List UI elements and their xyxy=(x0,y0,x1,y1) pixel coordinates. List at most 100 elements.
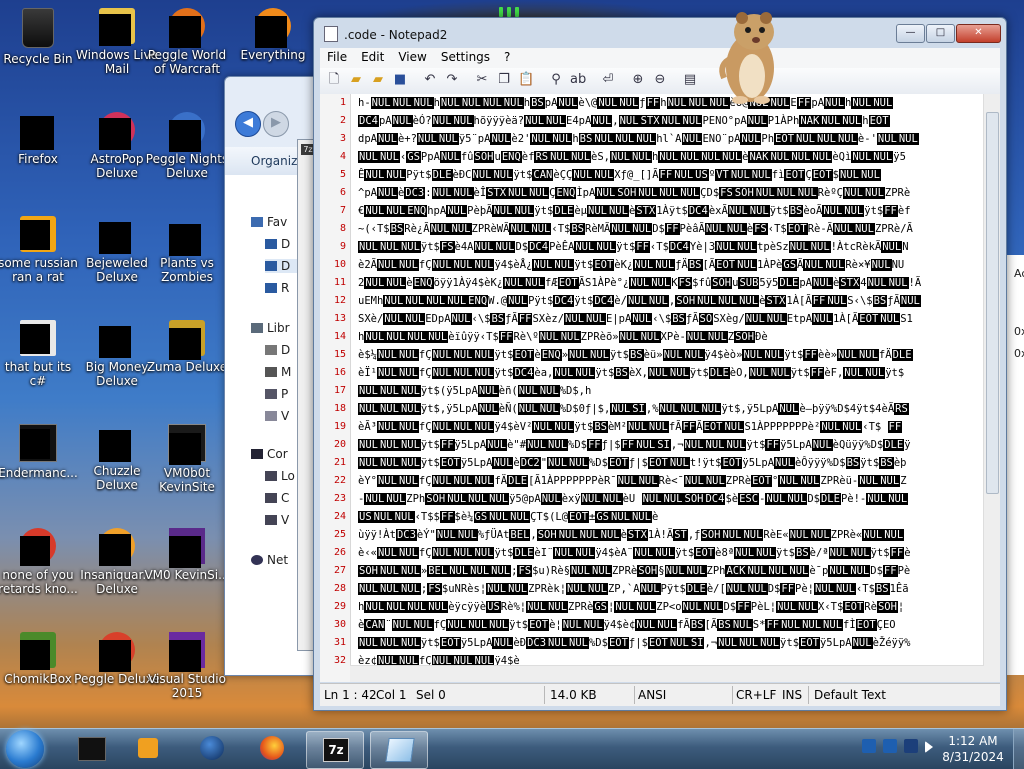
desktop-icon-chomikbox[interactable]: ChomikBox xyxy=(0,632,81,686)
code-line[interactable]: èCAN¨NUL NULfÇNUL NUL NULÿt$EOTè¦NUL NULÿ4$è… xyxy=(358,616,984,634)
volume-icon[interactable] xyxy=(925,741,933,753)
open-folder-icon[interactable]: ▰ xyxy=(348,72,364,88)
maximize-button[interactable]: □ xyxy=(926,24,955,43)
code-line[interactable]: €NUL NUL ENQhpANULPèþÃNUL NULÿt$DLEèµNUL NUL… xyxy=(358,202,984,220)
code-line[interactable]: NUL NUL NUL;FS$uNRès¦NUL NULZPRèk¦NUL NULZP,… xyxy=(358,580,984,598)
taskbar-app-7zip[interactable]: 7z xyxy=(306,731,364,769)
paste-icon[interactable]: 📋 xyxy=(518,72,534,88)
desktop-icon-russian-rat[interactable]: some russian ran a rat xyxy=(0,216,81,284)
taskbar-app-notepad2[interactable] xyxy=(370,731,428,769)
code-line[interactable]: NUL NUL NULÿt$EOTÿ5LpANULèDC2"NUL NUL%D$EOT… xyxy=(358,454,984,472)
desktop-icon-endermanc[interactable]: Endermanc... xyxy=(0,424,81,480)
tree-item[interactable]: M xyxy=(265,365,291,379)
desktop-icon-zuma[interactable]: Zuma Deluxe xyxy=(144,320,230,374)
code-line[interactable]: NUL NUL NULÿt$FSè4ANUL NULD$DC4PèÊANUL NULÿt… xyxy=(358,238,984,256)
redo-icon[interactable]: ↷ xyxy=(444,72,460,88)
tree-item[interactable]: V xyxy=(265,513,289,527)
new-file-icon[interactable]: 🗋 xyxy=(326,72,342,88)
back-button[interactable]: ◀ xyxy=(235,111,261,137)
code-line[interactable]: hNUL NUL NUL NULèïûÿÿ‹T$FFRè\ºNUL NULZPRèõ»N… xyxy=(358,328,984,346)
desktop-icon-that-but-its-csharp[interactable]: that but its c# xyxy=(0,320,81,388)
code-line[interactable]: NUL NUL NULÿt$FFÿ5LpANULè"#NUL NUL%D$FFƒ|$F… xyxy=(358,436,984,454)
desktop-icon-vm0-kevinsite[interactable]: VM0 KevinSi... xyxy=(144,528,230,582)
code-line[interactable]: NUL NUL NULÿt$,ÿ5LpANULèÑ(NUL NUL%D$0ƒ|$,NU… xyxy=(358,400,984,418)
find-icon[interactable]: ⚲ xyxy=(548,72,564,88)
word-wrap-icon[interactable]: ⏎ xyxy=(600,72,616,88)
code-line[interactable]: dpANULè+?NUL NULÿ5¨pANULè2'NUL NULhBS NUL NU… xyxy=(358,130,984,148)
close-button[interactable]: ✕ xyxy=(956,24,1001,43)
scheme-icon[interactable]: ▤ xyxy=(682,72,698,88)
tree-item[interactable]: C xyxy=(265,491,289,505)
show-desktop-button[interactable] xyxy=(1013,729,1024,769)
desktop-icon-vm0b0t[interactable]: VM0b0t KevinSite xyxy=(144,424,230,494)
code-line[interactable]: ~(‹T$BSRè¿ÃNUL NULZPRèWÃNUL NUL‹T$BSRèMÃNU… xyxy=(358,220,984,238)
horizontal-scrollbar[interactable] xyxy=(350,665,984,682)
code-line[interactable]: ÊNUL NULPÿt$DLEèÐCNUL NULÿt$CANèÇÇNUL NULXƒ… xyxy=(358,166,984,184)
code-line[interactable]: èY°NUL NULfÇNUL NUL NULfÄDLE[Ã1ÀPPPPPPPèR¯N… xyxy=(358,472,984,490)
tree-item-computer[interactable]: Cor xyxy=(251,447,288,461)
tree-item-libraries[interactable]: Libr xyxy=(251,321,290,335)
replace-icon[interactable]: ab xyxy=(570,72,586,88)
taskbar-app-firefox[interactable] xyxy=(244,731,300,767)
code-line[interactable]: ^pANULèDC3:NUL NULèÎSTX NUL NULÇENQÌpANUL SO… xyxy=(358,184,984,202)
tree-item[interactable]: Lo xyxy=(265,469,295,483)
desktop-icon-peggle-wow[interactable]: Peggle World of Warcraft xyxy=(144,8,230,76)
editor-area[interactable]: 1 2 3 4 5 6 7 8 9 10 11 12 13 14 15 16 17 18 19 20 21 22 23 24 2… xyxy=(320,94,1000,682)
taskbar-app-monitor[interactable] xyxy=(62,731,118,767)
desktop-icon-plants-vs-zombies[interactable]: Plants vs Zombies xyxy=(144,216,230,284)
tree-item-favorites[interactable]: Fav xyxy=(251,215,287,229)
clock[interactable]: 1:12 AM 8/31/2024 xyxy=(938,733,1008,765)
code-line[interactable]: SXè/NUL NULEDpANUL‹\$BSƒÃFFSXèz/NUL NULE|p… xyxy=(358,310,984,328)
organize-button[interactable]: Organiz xyxy=(251,154,297,168)
code-line[interactable]: US NUL NUL‹T$$FF$è¼GS NUL NULÇT$(L@EOT±GS NUL… xyxy=(358,508,984,526)
menu-help[interactable]: ? xyxy=(497,48,517,66)
menu-file[interactable]: File xyxy=(320,48,354,66)
code-line[interactable]: èÃ³NUL NULfÇNUL NUL NULÿ4$èV²NUL NULÿt$BSèM²… xyxy=(358,418,984,436)
status-encoding[interactable]: ANSI xyxy=(638,688,666,702)
code-line[interactable]: è2ÃNUL NULfÇNUL NUL NULÿ4$èÅ¿NUL NULÿt$EOTèK… xyxy=(358,256,984,274)
taskbar-app-media-player[interactable] xyxy=(120,731,176,767)
code-line[interactable]: NUL NUL NULÿt$(ÿ5LpANULèñ(NUL NUL%D$,h xyxy=(358,382,984,400)
menu-view[interactable]: View xyxy=(391,48,433,66)
vertical-scrollbar[interactable] xyxy=(983,94,1000,666)
background-window-right[interactable]: Ac 0x 0x xyxy=(1005,255,1024,675)
desktop-icon-none-of-you[interactable]: none of you retards kno... xyxy=(0,528,81,596)
scroll-thumb[interactable] xyxy=(986,112,999,494)
taskbar-app-globe[interactable] xyxy=(184,731,240,767)
tree-item[interactable]: D xyxy=(265,343,290,357)
code-line[interactable]: h-NUL NUL NULhNUL NUL NUL NULhBSpANULè\@NUL NU… xyxy=(358,94,984,112)
undo-icon[interactable]: ↶ xyxy=(422,72,438,88)
code-line[interactable]: NUL NUL‹GSPpANULfûSOHuENQèfRS NUL NULèS,NUL… xyxy=(358,148,984,166)
desktop-icon-recycle-bin[interactable]: Recycle Bin xyxy=(0,8,81,66)
tree-item[interactable]: V xyxy=(265,409,289,423)
code-line[interactable]: SOH NUL NUL»BEL NUL NUL NUL;FS$u)Rè§NUL NULZPR… xyxy=(358,562,984,580)
code-line[interactable]: 2NUL NULèENQöÿÿ1Àÿ4$èK¿NUL NULfÆEOTÃS1ÀPè°… xyxy=(358,274,984,292)
minimize-button[interactable]: — xyxy=(896,24,925,43)
menu-settings[interactable]: Settings xyxy=(434,48,497,66)
code-line[interactable]: uEMhNUL NUL NUL NUL ENQW.@NULPÿt$DC4ÿt$DC4è/… xyxy=(358,292,984,310)
code-line[interactable]: ùÿÿ!ÀtDC3èÝ"NUL NUL%ƒÜAtBEL,SOH NUL NUL NULè… xyxy=(358,526,984,544)
code-line[interactable]: NUL NUL NULÿt$EOTÿ5LpANULèÐDC3 NUL NUL%D$EOT… xyxy=(358,634,984,652)
browse-icon[interactable]: ▰ xyxy=(370,72,386,88)
bluetooth-icon[interactable] xyxy=(883,739,897,753)
zoom-out-icon[interactable]: ⊖ xyxy=(652,72,668,88)
notepad2-window[interactable]: .code - Notepad2 — □ ✕ File Edit View Setting… xyxy=(313,17,1007,711)
save-icon[interactable]: ■ xyxy=(392,72,408,88)
code-line[interactable]: è‹«NUL NULfÇNUL NUL NULÿt$DLEèI¨NUL NULÿ4$èA… xyxy=(358,544,984,562)
status-scheme[interactable]: Default Text xyxy=(814,688,886,702)
code-line[interactable]: -NUL NULZPhSOH NUL NUL NULÿ5@pANULèxÿNUL NULè… xyxy=(358,490,984,508)
desktop-icon-peggle-nights[interactable]: Peggle Nights Deluxe xyxy=(144,112,230,180)
tree-item[interactable]: P xyxy=(265,387,288,401)
desktop-icon-firefox[interactable]: Firefox xyxy=(0,112,81,166)
zoom-in-icon[interactable]: ⊕ xyxy=(630,72,646,88)
code-line[interactable]: èÏ¹NUL NULfÇNUL NUL NULÿt$DC4èa,NUL NULÿt$BS… xyxy=(358,364,984,382)
status-line-endings[interactable]: CR+LF xyxy=(736,688,776,702)
tree-item[interactable]: R xyxy=(265,281,289,295)
tray-app-icon[interactable] xyxy=(862,739,876,753)
tree-item-network[interactable]: Net xyxy=(251,553,288,567)
code-line[interactable]: hNUL NUL NUL NULèÿcÿÿèUSRè%¦NUL NULZPRèGS¦NU… xyxy=(358,598,984,616)
desktop-icon-visual-studio[interactable]: Visual Studio 2015 xyxy=(144,632,230,700)
code-text[interactable]: h-NUL NUL NULhNUL NUL NUL NULhBSpANULè\@NUL NU… xyxy=(358,94,984,682)
code-line[interactable]: DC4pANULèÓ?NUL NULhõÿÿÿèä?NUL NULE4pANUL,N… xyxy=(358,112,984,130)
cut-icon[interactable]: ✂ xyxy=(474,72,490,88)
